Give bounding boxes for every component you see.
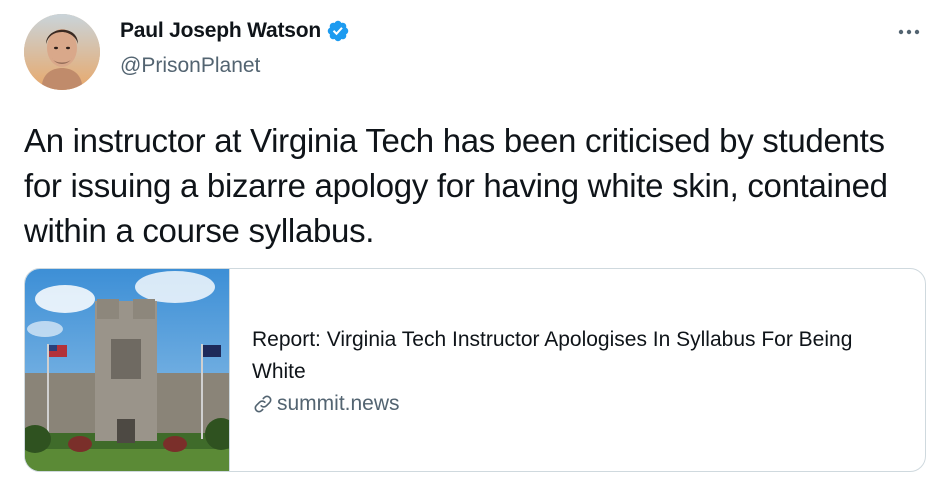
author-display-name[interactable]: Paul Joseph Watson [120,19,321,43]
link-card-body[interactable]: Report: Virginia Tech Instructor Apologi… [230,269,925,471]
verified-badge-icon [327,20,349,42]
link-card-domain-row: summit.news [252,392,895,416]
tweet-text: An instructor at Virginia Tech has been … [24,122,888,249]
link-card-domain: summit.news [277,392,400,415]
link-card-title[interactable]: Report: Virginia Tech Instructor Apologi… [252,324,895,388]
more-options-button[interactable] [894,20,924,44]
author-handle[interactable]: @PrisonPlanet [120,54,260,78]
link-icon [254,395,272,413]
more-dots-icon [898,29,920,35]
avatar[interactable] [24,14,100,90]
link-card[interactable]: Report: Virginia Tech Instructor Apologi… [24,268,926,472]
link-card-thumbnail [25,269,230,471]
author-name-row[interactable]: Paul Joseph Watson [120,19,350,43]
